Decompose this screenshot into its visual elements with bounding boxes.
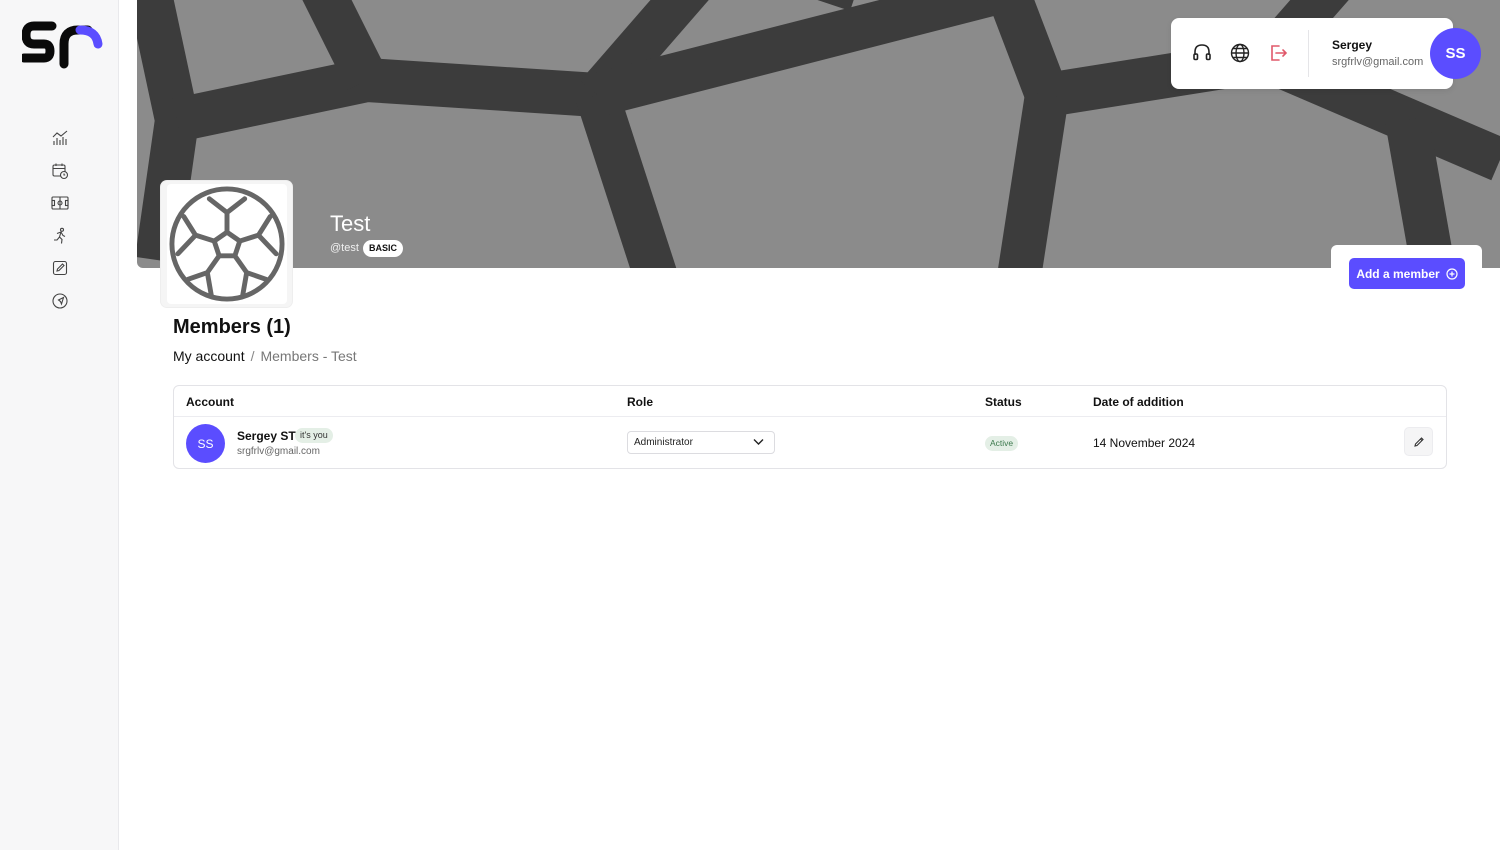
table-header: Account Role Status Date of addition [174, 386, 1446, 417]
team-avatar[interactable] [161, 181, 292, 307]
runner-icon [53, 227, 65, 244]
breadcrumb-separator: / [250, 348, 255, 364]
breadcrumb-current: Members - Test [260, 348, 357, 364]
chevron-down-icon [753, 439, 764, 445]
breadcrumb-my-account[interactable]: My account [173, 348, 245, 364]
user-avatar[interactable]: SS [1430, 28, 1481, 79]
members-table: Account Role Status Date of addition SS … [173, 385, 1447, 469]
date-added: 14 November 2024 [1093, 436, 1196, 450]
add-member-label: Add a member [1356, 266, 1440, 281]
user-card-divider [1308, 30, 1309, 77]
globe-icon[interactable] [1229, 42, 1251, 64]
role-value: Administrator [634, 437, 693, 448]
analytics-icon [52, 130, 67, 146]
role-select[interactable]: Administrator [627, 431, 775, 454]
sidebar-nav [0, 122, 119, 317]
soccer-ball-icon [168, 186, 285, 302]
calendar-clock-icon [51, 163, 68, 179]
column-status: Status [985, 395, 1022, 409]
sidebar-item-field[interactable] [0, 187, 119, 220]
status-badge: Active [985, 436, 1019, 451]
column-role: Role [627, 395, 654, 409]
add-member-container: Add a member [1331, 245, 1482, 300]
sidebar [0, 0, 119, 850]
user-email: srgfrlv@gmail.com [1332, 56, 1424, 68]
headset-icon[interactable] [1191, 42, 1213, 64]
member-name: Sergey ST [237, 429, 296, 443]
column-account: Account [186, 395, 234, 409]
sidebar-item-navigate[interactable] [0, 285, 119, 318]
add-member-button[interactable]: Add a member [1349, 258, 1465, 289]
user-card: Sergey srgfrlv@gmail.com [1171, 18, 1453, 89]
page-title: Members (1) [173, 316, 291, 338]
brand-logo[interactable] [19, 18, 104, 70]
logout-icon[interactable] [1267, 42, 1289, 64]
user-name: Sergey [1332, 38, 1373, 52]
navigation-icon [51, 293, 68, 309]
self-badge: it's you [295, 428, 333, 443]
team-name: Test [330, 211, 371, 236]
breadcrumb: My account / Members - Test [173, 348, 357, 364]
sidebar-item-analytics[interactable] [0, 122, 119, 155]
table-row: SS Sergey ST it's you srgfrlv@gmail.com … [174, 417, 1446, 469]
pencil-icon [1413, 436, 1424, 447]
sidebar-item-calendar[interactable] [0, 155, 119, 188]
member-email: srgfrlv@gmail.com [237, 446, 320, 457]
plus-circle-icon [1446, 267, 1458, 280]
member-avatar: SS [186, 424, 225, 463]
team-handle: @test [330, 242, 359, 254]
field-icon [50, 196, 69, 210]
column-date: Date of addition [1093, 395, 1184, 409]
edit-square-icon [52, 261, 67, 276]
edit-member-button[interactable] [1404, 427, 1433, 456]
sidebar-item-edit[interactable] [0, 252, 119, 285]
plan-badge: BASIC [363, 240, 404, 257]
sidebar-item-training[interactable] [0, 220, 119, 253]
